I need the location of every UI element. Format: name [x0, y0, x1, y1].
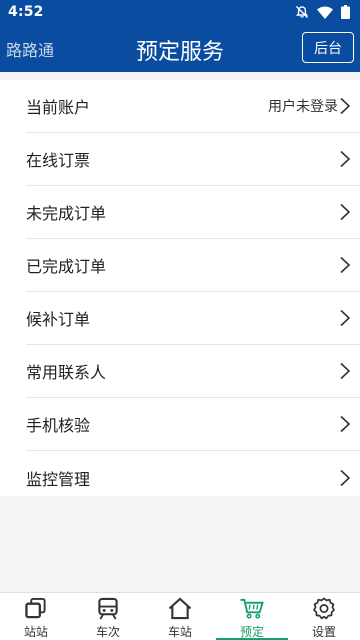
chevron-right-icon	[340, 97, 351, 115]
wifi-icon	[317, 6, 333, 19]
menu-item-monitor-management[interactable]: 监控管理	[26, 451, 360, 504]
service-menu-list: 当前账户 用户未登录 在线订票 未完成订单 已完成订单 候补订单 常用联系人 手…	[0, 80, 360, 504]
menu-item-label: 候补订单	[26, 310, 91, 329]
service-menu: 当前账户 用户未登录 在线订票 未完成订单 已完成订单 候补订单 常用联系人 手…	[0, 80, 360, 496]
menu-item-current-account[interactable]: 当前账户 用户未登录	[26, 80, 360, 133]
battery-icon	[341, 5, 350, 19]
menu-item-online-booking[interactable]: 在线订票	[26, 133, 360, 186]
chevron-right-icon	[340, 203, 351, 221]
status-icons	[295, 5, 350, 19]
menu-item-frequent-contacts[interactable]: 常用联系人	[26, 345, 360, 398]
tab-label: 设置	[311, 625, 336, 639]
tab-label: 车站	[167, 625, 192, 639]
chevron-right-icon	[340, 256, 351, 274]
status-time: 4:52	[8, 4, 44, 20]
tab-station[interactable]: 车站	[144, 593, 216, 640]
house-icon	[168, 597, 192, 620]
tab-settings[interactable]: 设置	[288, 593, 360, 640]
bottom-tab-bar: 站站 车次 车站 预定 设置	[0, 592, 360, 640]
menu-item-label: 已完成订单	[26, 257, 107, 276]
tab-label: 站站	[23, 625, 48, 639]
menu-item-label: 常用联系人	[26, 363, 107, 382]
menu-item-label: 在线订票	[26, 151, 91, 170]
tab-label: 预定	[239, 625, 264, 639]
chevron-right-icon	[340, 150, 351, 168]
tab-train-number[interactable]: 车次	[72, 593, 144, 640]
chevron-right-icon	[340, 469, 351, 486]
chevron-right-icon	[340, 362, 351, 380]
menu-item-label: 未完成订单	[26, 204, 107, 223]
app-header: 路路通 预定服务 后台	[0, 24, 360, 72]
menu-item-unfinished-orders[interactable]: 未完成订单	[26, 186, 360, 239]
menu-item-waitlist-orders[interactable]: 候补订单	[26, 292, 360, 345]
gear-icon	[313, 597, 335, 620]
chevron-right-icon	[340, 309, 351, 327]
chevron-right-icon	[340, 415, 351, 433]
notifications-off-icon	[295, 5, 309, 19]
menu-item-completed-orders[interactable]: 已完成订单	[26, 239, 360, 292]
backend-button[interactable]: 后台	[302, 32, 354, 63]
account-status-value: 用户未登录	[268, 99, 338, 115]
tab-label: 车次	[95, 625, 120, 639]
status-bar: 4:52	[0, 0, 360, 24]
menu-item-label: 监控管理	[26, 469, 91, 489]
tab-booking[interactable]: 预定	[216, 593, 288, 640]
menu-item-phone-verification[interactable]: 手机核验	[26, 398, 360, 451]
menu-item-label: 手机核验	[26, 416, 91, 435]
stacked-squares-icon	[25, 597, 46, 619]
shopping-cart-icon	[240, 598, 264, 619]
train-icon	[98, 597, 118, 620]
menu-item-label: 当前账户	[26, 98, 91, 117]
tab-station-to-station[interactable]: 站站	[0, 593, 72, 640]
